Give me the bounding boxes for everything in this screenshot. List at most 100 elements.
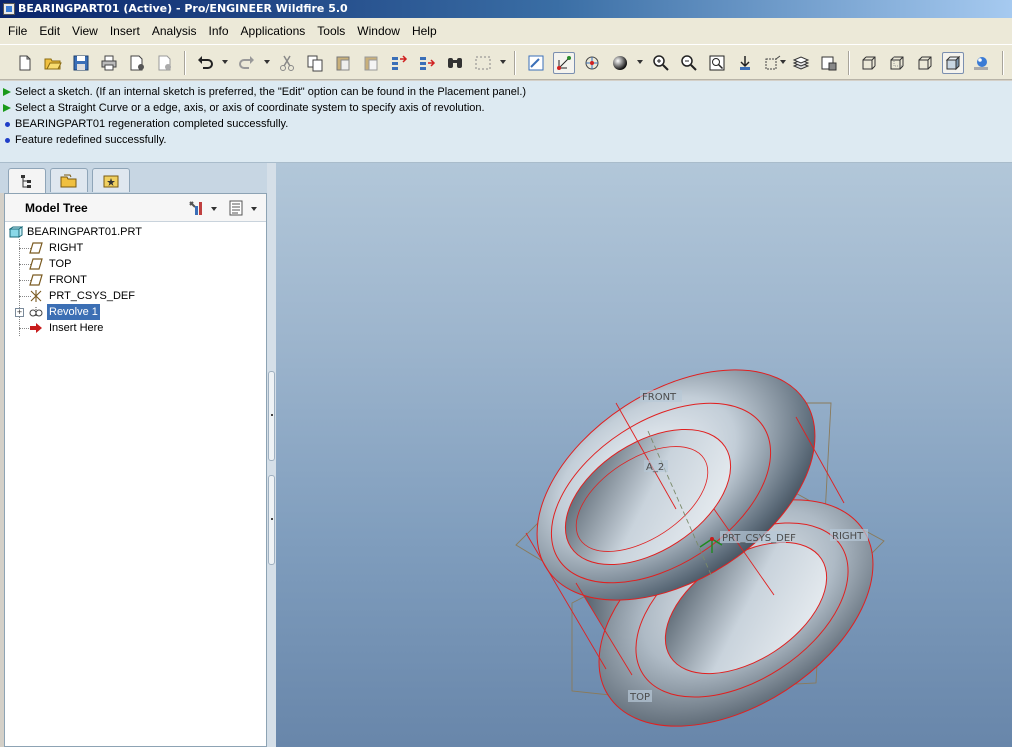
splitter-grip[interactable]: [268, 475, 275, 565]
model-tree-panel: Model Tree BEARINGPART01.PRT RIGHT TOP F…: [4, 193, 267, 747]
message-line: Feature redefined successfully.: [0, 132, 1012, 148]
message-area: Select a sketch. (If an internal sketch …: [0, 81, 1012, 163]
cut-icon[interactable]: [276, 52, 298, 74]
menu-file[interactable]: File: [2, 20, 33, 42]
message-text: Feature redefined successfully.: [15, 134, 167, 146]
undo-icon[interactable]: [194, 52, 216, 74]
tree-item-label: Insert Here: [49, 322, 104, 334]
favorites-tab[interactable]: [92, 168, 130, 192]
zoom-out-icon[interactable]: [678, 52, 700, 74]
message-text: Select a sketch. (If an internal sketch …: [15, 86, 527, 98]
message-line: BEARINGPART01 regeneration completed suc…: [0, 116, 1012, 132]
appearance-dropdown[interactable]: [637, 60, 643, 64]
main-toolbar: [0, 44, 1012, 80]
enhanced-realism-icon[interactable]: [970, 52, 992, 74]
shading-icon[interactable]: [942, 52, 964, 74]
select-box-icon[interactable]: [472, 52, 494, 74]
reorient-icon[interactable]: [734, 52, 756, 74]
new-icon[interactable]: [14, 52, 36, 74]
model-tree-icon: [21, 174, 31, 188]
regenerate-manager-icon[interactable]: [416, 52, 438, 74]
revolve-icon: [29, 307, 43, 317]
tree-item-label: PRT_CSYS_DEF: [49, 290, 135, 302]
message-text: Select a Straight Curve or a edge, axis,…: [15, 102, 485, 114]
save-icon[interactable]: [70, 52, 92, 74]
model-tree-header: Model Tree: [5, 194, 266, 222]
folder-browser-icon: [60, 174, 77, 187]
menu-edit[interactable]: Edit: [33, 20, 66, 42]
tree-item-label: FRONT: [49, 274, 87, 286]
no-hidden-icon[interactable]: [914, 52, 936, 74]
send-mail-icon[interactable]: [126, 52, 148, 74]
attach-mail-icon[interactable]: [154, 52, 176, 74]
refit-icon[interactable]: [706, 52, 728, 74]
hidden-line-icon[interactable]: [886, 52, 908, 74]
zoom-in-icon[interactable]: [650, 52, 672, 74]
insert-here-arrow-icon: [30, 323, 42, 333]
find-icon[interactable]: [444, 52, 466, 74]
show-list-icon[interactable]: [226, 198, 246, 218]
layers-icon[interactable]: [790, 52, 812, 74]
print-icon[interactable]: [98, 52, 120, 74]
orient-mode-icon[interactable]: [581, 52, 603, 74]
model-tree-title: Model Tree: [25, 201, 88, 215]
prompt-arrow-icon: [3, 104, 11, 112]
copy-icon[interactable]: [304, 52, 326, 74]
prompt-arrow-icon: [3, 88, 11, 96]
saved-views-dropdown[interactable]: [780, 60, 786, 64]
datum-plane-icon: [29, 242, 43, 254]
part-icon: [9, 226, 23, 238]
favorites-icon: [103, 175, 119, 187]
select-dropdown[interactable]: [500, 60, 506, 64]
menu-analysis[interactable]: Analysis: [146, 20, 203, 42]
label-prt-csys-def: PRT_CSYS_DEF: [722, 533, 796, 544]
redo-icon[interactable]: [236, 52, 258, 74]
menu-window[interactable]: Window: [351, 20, 406, 42]
message-line: Select a sketch. (If an internal sketch …: [0, 84, 1012, 100]
label-front: FRONT: [642, 392, 677, 403]
open-icon[interactable]: [42, 52, 64, 74]
folder-browser-tab[interactable]: [50, 168, 88, 192]
tree-settings-dropdown[interactable]: [211, 207, 217, 211]
message-text: BEARINGPART01 regeneration completed suc…: [15, 118, 289, 130]
app-icon: [3, 3, 15, 15]
title-bar: BEARINGPART01 (Active) - Pro/ENGINEER Wi…: [0, 0, 1012, 18]
menu-help[interactable]: Help: [406, 20, 443, 42]
graphics-window[interactable]: FRONT A_2 PRT_CSYS_DEF RIGHT TOP: [276, 163, 1012, 747]
spin-center-icon[interactable]: [553, 52, 575, 74]
model-tree-tab[interactable]: [8, 168, 46, 194]
paste-special-icon[interactable]: [360, 52, 382, 74]
window-title: BEARINGPART01 (Active) - Pro/ENGINEER Wi…: [18, 2, 348, 15]
info-bullet-icon: [5, 138, 10, 143]
expand-revolve-toggle[interactable]: +: [15, 308, 24, 317]
redo-dropdown[interactable]: [264, 60, 270, 64]
paste-icon[interactable]: [332, 52, 354, 74]
view-manager-icon[interactable]: [818, 52, 840, 74]
menu-tools[interactable]: Tools: [311, 20, 351, 42]
tree-item-label: TOP: [49, 258, 72, 270]
appearance-icon[interactable]: [609, 52, 631, 74]
tree-item-label: Revolve 1: [47, 304, 100, 320]
repaint-icon[interactable]: [525, 52, 547, 74]
label-a2: A_2: [646, 462, 664, 473]
message-line: Select a Straight Curve or a edge, axis,…: [0, 100, 1012, 116]
menu-bar: File Edit View Insert Analysis Info Appl…: [0, 18, 1012, 44]
label-top: TOP: [629, 692, 650, 703]
menu-info[interactable]: Info: [203, 20, 235, 42]
tree-settings-icon[interactable]: [186, 198, 206, 218]
navigator-tabs: [0, 163, 276, 194]
undo-dropdown[interactable]: [222, 60, 228, 64]
regenerate-icon[interactable]: [388, 52, 410, 74]
label-right: RIGHT: [832, 531, 864, 542]
menu-view[interactable]: View: [66, 20, 104, 42]
navigator-splitter[interactable]: [267, 163, 276, 747]
collapse-navigator-handle[interactable]: [268, 371, 275, 461]
show-dropdown[interactable]: [251, 207, 257, 211]
menu-insert[interactable]: Insert: [104, 20, 146, 42]
datum-plane-icon: [29, 258, 43, 270]
model-viewport[interactable]: FRONT A_2 PRT_CSYS_DEF RIGHT TOP: [276, 163, 1012, 747]
tree-item-label: RIGHT: [49, 242, 84, 254]
info-bullet-icon: [5, 122, 10, 127]
menu-applications[interactable]: Applications: [235, 20, 312, 42]
wireframe-icon[interactable]: [858, 52, 880, 74]
